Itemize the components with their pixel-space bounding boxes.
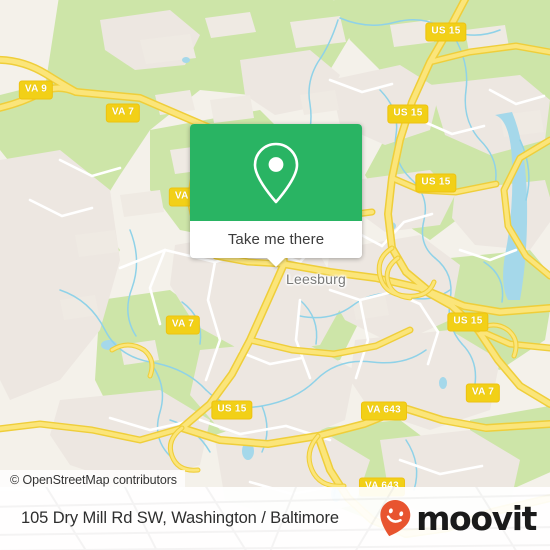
- road-shield: VA 7: [105, 103, 141, 123]
- take-me-there-label: Take me there: [227, 231, 325, 248]
- place-label-leesburg: Leesburg: [286, 271, 346, 287]
- road-shield: VA 7: [465, 383, 501, 403]
- moovit-smiley-pin-icon: [380, 499, 411, 536]
- popup-header: [190, 124, 362, 221]
- map-canvas[interactable]: Leesburg US 15 VA 9 VA 7 US 15 VA 7 US 1…: [0, 0, 550, 550]
- moovit-wordmark: moovit: [416, 499, 537, 538]
- take-me-there-button[interactable]: Take me there: [190, 221, 362, 258]
- address-label: 105 Dry Mill Rd SW, Washington / Baltimo…: [21, 509, 339, 527]
- map-pin-icon: [253, 142, 299, 203]
- moovit-logo[interactable]: moovit: [376, 499, 537, 539]
- popup-pointer-tail: [267, 258, 285, 267]
- moovit-map-screenshot: Leesburg US 15 VA 9 VA 7 US 15 VA 7 US 1…: [0, 0, 550, 550]
- road-shield: US 15: [211, 400, 253, 420]
- road-shield: VA 9: [18, 80, 54, 100]
- map-vector-layer: [0, 0, 550, 550]
- road-shield: US 15: [387, 104, 429, 124]
- road-shield: US 15: [425, 22, 467, 42]
- road-shield: US 15: [447, 312, 489, 332]
- bottom-info-bar: 105 Dry Mill Rd SW, Washington / Baltimo…: [0, 487, 550, 550]
- road-shield: US 15: [415, 173, 457, 193]
- road-shield: VA 7: [165, 315, 201, 335]
- destination-popup-card[interactable]: Take me there: [190, 124, 362, 267]
- road-shield: VA 643: [360, 401, 408, 421]
